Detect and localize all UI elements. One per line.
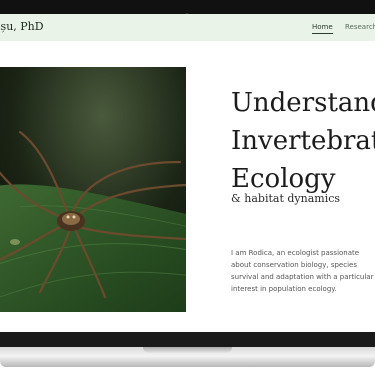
website-screen: așu, PhD Home Research [0,14,375,332]
nav-research[interactable]: Research [345,23,375,31]
laptop-opening-lip [143,347,232,353]
hero-title-line-2: Invertebrate [231,126,375,156]
site-brand[interactable]: așu, PhD [0,20,44,33]
bio-paragraph: I am Rodica, an ecologist passionate abo… [231,249,374,293]
nav-home[interactable]: Home [312,23,333,34]
hero-title-line-1: Understandin [231,88,375,118]
laptop-bezel-bottom [0,332,375,347]
top-navbar: așu, PhD Home Research [0,14,375,41]
hero-title: Understandin Invertebrate Ecology [231,84,375,198]
hero-spider-photo [0,67,186,312]
hero-subtitle: & habitat dynamics [231,192,341,205]
